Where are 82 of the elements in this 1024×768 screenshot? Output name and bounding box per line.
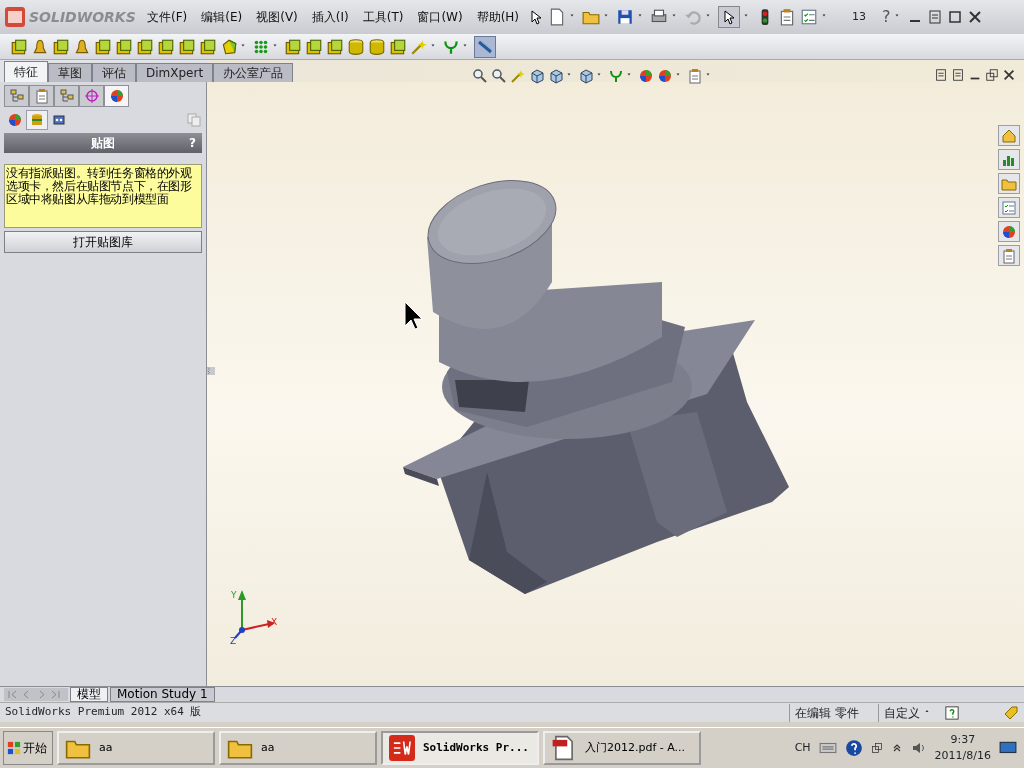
message-text: 没有指派贴图。转到任务窗格的外观选项卡，然后在贴图节点下，在图形区域中将贴图从库拖动到模型面 <box>4 164 202 228</box>
appearance-icon[interactable] <box>638 68 654 84</box>
select-button[interactable] <box>718 6 741 28</box>
checklist-icon[interactable] <box>800 8 819 26</box>
maximize-icon[interactable] <box>946 9 963 25</box>
appearance-icon[interactable] <box>104 85 129 107</box>
box-icon[interactable] <box>305 37 323 56</box>
scene-icon[interactable] <box>657 68 673 84</box>
taskbar-button[interactable]: aa <box>57 731 215 765</box>
tab[interactable]: DimXpert <box>136 63 214 82</box>
logo-icon <box>4 6 26 28</box>
cylinder-icon[interactable] <box>368 37 386 56</box>
menu-item[interactable]: 文件(F) <box>142 7 193 27</box>
help-button[interactable]: ? <box>882 5 891 29</box>
panel-title: 贴图 <box>91 135 115 152</box>
tab[interactable]: 评估 <box>92 63 136 82</box>
list-icon[interactable] <box>998 197 1020 218</box>
status-text: 在编辑 零件 <box>789 703 864 722</box>
box-icon[interactable] <box>178 37 196 56</box>
tab[interactable]: Motion Study 1 <box>110 687 215 702</box>
tab[interactable]: 草图 <box>48 63 92 82</box>
counter-text: 13 <box>852 8 867 25</box>
app-logo-icon <box>389 735 415 761</box>
menu-item[interactable]: 视图(V) <box>251 7 303 27</box>
zoom-icon[interactable] <box>472 68 488 84</box>
database-icon[interactable] <box>26 110 48 130</box>
close-icon[interactable] <box>966 9 983 25</box>
save-icon[interactable] <box>616 8 635 26</box>
axis-label: Y <box>231 590 237 600</box>
units-button[interactable]: 自定义 <box>878 703 925 722</box>
windows-logo-icon <box>7 741 21 755</box>
clock-time: 9:37 <box>950 731 976 748</box>
box-icon[interactable] <box>284 37 302 56</box>
taskbar-button[interactable]: SolidWorks Pr... <box>381 731 539 765</box>
tab[interactable]: 特征 <box>4 61 48 82</box>
clock-date: 2011/8/16 <box>934 748 991 764</box>
mouse-pointer-icon <box>404 301 423 330</box>
feature-tree-icon[interactable] <box>4 85 29 107</box>
box-icon[interactable] <box>389 37 407 56</box>
tile-icon[interactable] <box>926 9 943 25</box>
app-logo-text: SOLIDWORKS <box>29 7 136 27</box>
taskbar-button[interactable]: 入门2012.pdf - A... <box>543 731 701 765</box>
restore-icon[interactable] <box>985 68 999 82</box>
window-icon[interactable] <box>870 742 883 754</box>
appearance-icon[interactable] <box>998 221 1020 242</box>
hexagon-icon[interactable] <box>220 37 238 56</box>
start-button[interactable]: 开始 <box>3 731 53 765</box>
close-icon[interactable] <box>1002 68 1016 82</box>
speaker-icon[interactable] <box>910 740 927 756</box>
box-icon[interactable] <box>326 37 344 56</box>
cylinder-icon[interactable] <box>347 37 365 56</box>
cube-icon[interactable] <box>578 68 594 84</box>
menu-item[interactable]: 帮助(H) <box>471 7 525 27</box>
language-indicator[interactable]: CH <box>794 739 811 757</box>
ruler-button[interactable] <box>474 35 496 58</box>
tab[interactable]: 模型 <box>70 687 108 702</box>
menu-item[interactable]: 窗口(W) <box>412 7 468 27</box>
help-icon[interactable] <box>844 739 863 757</box>
open-library-button[interactable]: 打开贴图库 <box>4 231 202 253</box>
tag-icon[interactable] <box>1003 704 1019 721</box>
tile-icon[interactable] <box>951 68 965 82</box>
menu-item[interactable]: 插入(I) <box>306 7 354 27</box>
cube-icon[interactable] <box>548 68 564 84</box>
status-text: SolidWorks Premium 2012 x64 版 <box>5 704 202 721</box>
collapse-handle-icon[interactable] <box>207 367 215 375</box>
box-icon[interactable] <box>115 37 133 56</box>
clipboard-icon[interactable] <box>998 245 1020 266</box>
help-box-icon[interactable] <box>945 705 959 720</box>
menu-item[interactable]: 工具(T) <box>357 7 409 27</box>
box-icon[interactable] <box>199 37 217 56</box>
tab[interactable]: 办公室产品 <box>213 63 294 82</box>
menu-item[interactable]: 编辑(E) <box>196 7 248 27</box>
taskbar-button[interactable]: aa <box>219 731 377 765</box>
chart-icon[interactable] <box>998 149 1020 170</box>
tile-icon[interactable] <box>934 68 948 82</box>
help-button[interactable]: ? <box>189 134 196 152</box>
box-icon[interactable] <box>157 37 175 56</box>
crosshair-icon[interactable] <box>79 85 104 107</box>
box-icon[interactable] <box>94 37 112 56</box>
home-icon[interactable] <box>998 125 1020 146</box>
zoom-icon[interactable] <box>491 68 507 84</box>
box-icon[interactable] <box>136 37 154 56</box>
